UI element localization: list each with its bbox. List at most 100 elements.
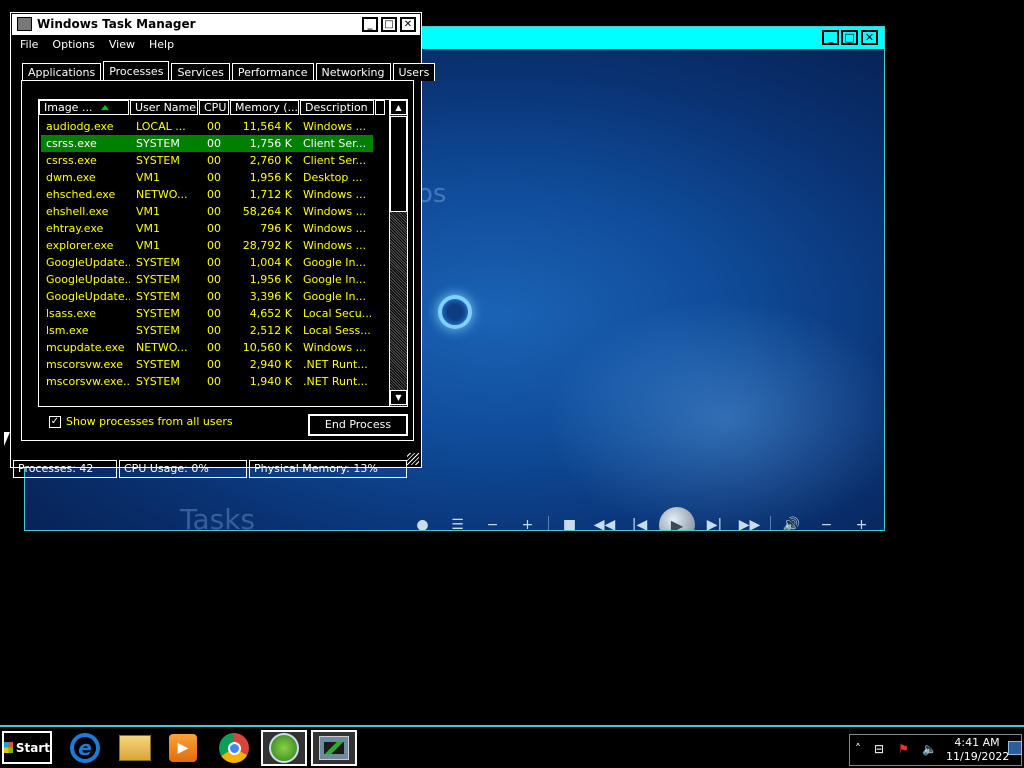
process-cpu: 00	[207, 324, 221, 337]
tab-networking[interactable]: Networking	[315, 63, 391, 81]
process-rows: audiodg.exe LOCAL ... 00 11,564 K Windows ..…	[41, 118, 373, 390]
clock[interactable]: 4:41 AM 11/19/2022	[946, 736, 1009, 764]
process-row[interactable]: ehtray.exe VM1 00 796 K Windows ...	[41, 220, 373, 237]
close-button[interactable]: ✕	[861, 30, 878, 45]
record-icon[interactable]: ●	[405, 508, 440, 530]
process-row[interactable]: ehshell.exe VM1 00 58,264 K Windows ...	[41, 203, 373, 220]
resize-grip-icon[interactable]	[407, 453, 419, 465]
network-icon[interactable]: ⊟	[874, 742, 884, 756]
process-row[interactable]: csrss.exe SYSTEM 00 1,756 K Client Ser...	[41, 135, 373, 152]
volume-icon[interactable]: 🔈	[922, 742, 937, 756]
process-row[interactable]: ehsched.exe NETWO... 00 1,712 K Windows ...	[41, 186, 373, 203]
column-extra[interactable]	[375, 100, 385, 115]
channel-up-icon[interactable]: +	[510, 508, 545, 530]
process-cpu: 00	[207, 205, 221, 218]
process-user: SYSTEM	[136, 324, 180, 337]
action-center-flag-icon[interactable]: ⚑	[898, 742, 909, 756]
process-row[interactable]: mscorsvw.exe SYSTEM 00 2,940 K .NET Runt...	[41, 356, 373, 373]
process-user: LOCAL ...	[136, 120, 186, 133]
column-label: Image ...	[44, 101, 93, 114]
process-cpu: 00	[207, 120, 221, 133]
column-memory[interactable]: Memory (...	[230, 100, 299, 115]
fast-forward-icon[interactable]: ▶▶	[732, 508, 767, 530]
tab-performance[interactable]: Performance	[231, 63, 314, 81]
process-list[interactable]: Image ... User Name CPU Memory (... Desc…	[38, 99, 408, 407]
process-cpu: 00	[207, 307, 221, 320]
process-cpu: 00	[207, 358, 221, 371]
maximize-button[interactable]: □	[381, 17, 397, 32]
process-user: NETWO...	[136, 341, 188, 354]
show-all-processes-option[interactable]: ✓ Show processes from all users	[49, 415, 233, 428]
process-row[interactable]: audiodg.exe LOCAL ... 00 11,564 K Windows ..…	[41, 118, 373, 135]
play-button[interactable]: ▶	[659, 507, 695, 530]
menu-file[interactable]: File	[13, 36, 45, 54]
process-memory: 10,560 K	[242, 341, 292, 354]
taskbar-windows-explorer[interactable]	[112, 730, 158, 766]
process-memory: 28,792 K	[242, 239, 292, 252]
scroll-thumb[interactable]	[390, 116, 407, 212]
taskbar-media-center[interactable]	[261, 730, 307, 766]
column-image-name[interactable]: Image ...	[39, 100, 129, 115]
process-memory: 2,940 K	[249, 358, 292, 371]
volume-up-icon[interactable]: +	[844, 508, 879, 530]
task-manager-window[interactable]: Windows Task Manager _ □ ✕ File Options …	[10, 12, 436, 478]
maximize-button[interactable]: □	[841, 30, 858, 45]
tab-users[interactable]: Users	[392, 63, 436, 81]
guide-icon[interactable]: ☰	[440, 508, 475, 530]
process-row[interactable]: mcupdate.exe NETWO... 00 10,560 K Windows ..…	[41, 339, 373, 356]
task-manager-titlebar[interactable]: Windows Task Manager _ □ ✕	[12, 14, 420, 35]
menu-view[interactable]: View	[102, 36, 142, 54]
tab-processes[interactable]: Processes	[103, 61, 170, 81]
process-name: GoogleUpdate...	[46, 273, 130, 286]
process-user: SYSTEM	[136, 154, 180, 167]
process-row[interactable]: lsm.exe SYSTEM 00 2,512 K Local Sess...	[41, 322, 373, 339]
rewind-icon[interactable]: ◀◀	[587, 508, 622, 530]
tab-applications[interactable]: Applications	[22, 63, 102, 81]
show-hidden-icons-icon[interactable]: ˄	[855, 742, 861, 756]
volume-down-icon[interactable]: −	[809, 508, 844, 530]
process-row[interactable]: lsass.exe SYSTEM 00 4,652 K Local Secu...	[41, 305, 373, 322]
column-description[interactable]: Description	[300, 100, 374, 115]
taskbar-media-player[interactable]: ▶	[160, 730, 206, 766]
process-description: Windows ...	[303, 239, 367, 252]
process-row[interactable]: mscorsvw.exe... SYSTEM 00 1,940 K .NET Runt.…	[41, 373, 373, 390]
start-button[interactable]: Start	[2, 731, 52, 764]
menu-help[interactable]: Help	[142, 36, 181, 54]
previous-icon[interactable]: |◀	[622, 508, 657, 530]
tasks-menu-item[interactable]: Tasks	[180, 503, 255, 530]
folder-icon	[119, 735, 151, 761]
show-all-checkbox[interactable]: ✓	[49, 415, 61, 428]
end-process-button[interactable]: End Process	[307, 413, 409, 437]
status-bar: Processes: 42 CPU Usage: 0% Physical Mem…	[13, 460, 409, 479]
tab-services[interactable]: Services	[171, 63, 230, 81]
menu-options[interactable]: Options	[45, 36, 101, 54]
taskbar-chrome[interactable]	[211, 730, 257, 766]
process-row[interactable]: dwm.exe VM1 00 1,956 K Desktop ...	[41, 169, 373, 186]
show-desktop-button[interactable]	[1008, 741, 1022, 755]
process-user: SYSTEM	[136, 290, 180, 303]
mute-icon[interactable]: 🔊	[774, 508, 809, 530]
process-description: Local Secu...	[303, 307, 371, 320]
scroll-up-icon[interactable]: ▲	[390, 100, 407, 115]
process-description: Google In...	[303, 290, 366, 303]
process-row[interactable]: GoogleUpdate... SYSTEM 00 3,396 K Google In.…	[41, 288, 373, 305]
minimize-button[interactable]: _	[822, 30, 839, 45]
channel-down-icon[interactable]: −	[475, 508, 510, 530]
column-user-name[interactable]: User Name	[130, 100, 198, 115]
process-row[interactable]: explorer.exe VM1 00 28,792 K Windows ...	[41, 237, 373, 254]
minimize-button[interactable]: _	[362, 17, 378, 32]
process-row[interactable]: GoogleUpdate... SYSTEM 00 1,956 K Google In.…	[41, 271, 373, 288]
process-row[interactable]: csrss.exe SYSTEM 00 2,760 K Client Ser...	[41, 152, 373, 169]
process-description: Desktop ...	[303, 171, 363, 184]
taskbar-internet-explorer[interactable]: e	[62, 730, 108, 766]
process-cpu: 00	[207, 171, 221, 184]
taskbar-task-manager[interactable]	[311, 730, 357, 766]
process-name: ehtray.exe	[46, 222, 104, 235]
scroll-down-icon[interactable]: ▼	[390, 390, 407, 405]
close-button[interactable]: ✕	[400, 17, 416, 32]
vertical-scrollbar[interactable]: ▲ ▼	[389, 100, 407, 406]
process-row[interactable]: GoogleUpdate... SYSTEM 00 1,004 K Google In.…	[41, 254, 373, 271]
stop-icon[interactable]: ■	[552, 508, 587, 530]
column-cpu[interactable]: CPU	[199, 100, 229, 115]
next-icon[interactable]: ▶|	[697, 508, 732, 530]
